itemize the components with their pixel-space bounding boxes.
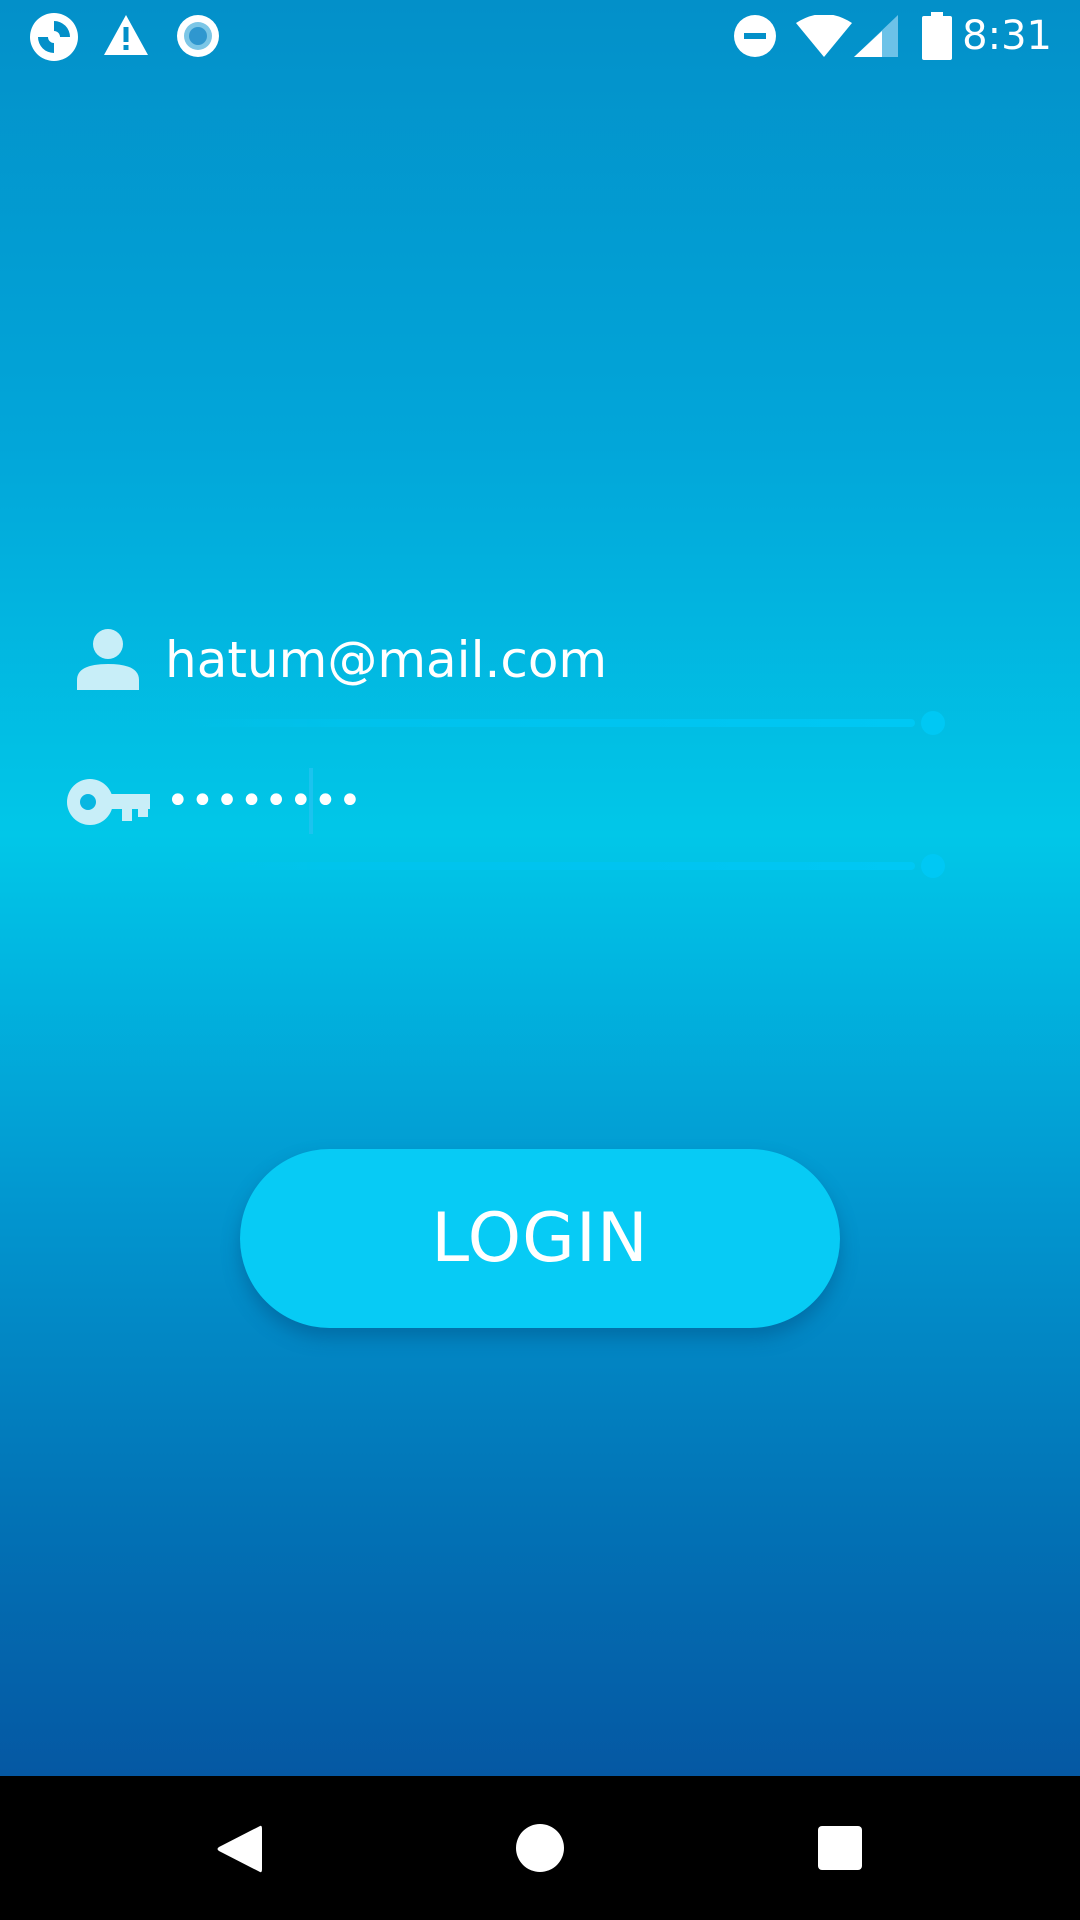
person-icon <box>77 629 139 690</box>
do-not-disturb-icon <box>734 15 776 57</box>
login-button[interactable]: LOGIN <box>240 1149 840 1328</box>
password-underline <box>175 862 915 870</box>
app-notification-icon <box>30 13 78 61</box>
email-input[interactable]: hatum@mail.com <box>165 625 607 695</box>
home-icon[interactable] <box>515 1823 565 1873</box>
password-input[interactable]: •••••••• <box>166 771 363 831</box>
record-icon <box>177 15 219 57</box>
navigation-bar <box>0 1776 1080 1920</box>
wifi-icon <box>796 15 852 57</box>
cell-signal-icon <box>854 15 898 57</box>
text-cursor <box>309 768 313 834</box>
warning-icon <box>104 15 148 55</box>
email-underline <box>175 719 915 727</box>
login-screen: 8:31 hatum@mail.com •••••••• LOGIN <box>0 0 1080 1776</box>
key-icon <box>67 779 150 825</box>
battery-icon <box>922 12 952 60</box>
email-underline-dot <box>921 711 945 735</box>
recents-icon[interactable] <box>818 1826 862 1870</box>
back-icon[interactable] <box>216 1823 262 1875</box>
password-underline-dot <box>921 854 945 878</box>
status-time: 8:31 <box>962 13 1052 59</box>
status-bar: 8:31 <box>0 0 1080 72</box>
